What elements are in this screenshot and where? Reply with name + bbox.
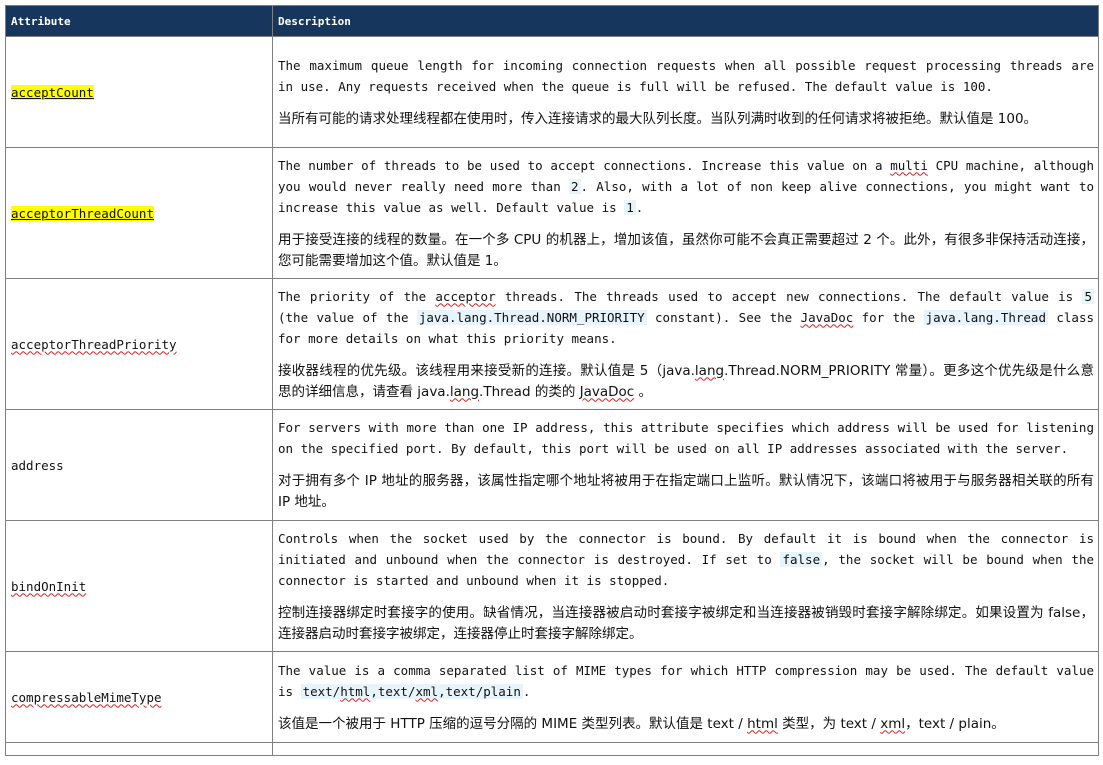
description-en: The priority of the acceptor threads. Th…	[278, 288, 1095, 346]
description-zh: 用于接受连接的线程的数量。在一个多 CPU 的机器上，增加该值，虽然你可能不会真…	[278, 231, 1094, 269]
attribute-cell: address	[5, 409, 273, 521]
attribute-name: acceptorThreadCount	[11, 205, 154, 221]
description-cell	[272, 742, 1099, 756]
table-row-partial	[5, 742, 1099, 756]
description-zh: 该值是一个被用于 HTTP 压缩的逗号分隔的 MIME 类型列表。默认值是 te…	[278, 715, 1005, 732]
description-zh: 对于拥有多个 IP 地址的服务器，该属性指定哪个地址将被用于在指定端口上监听。默…	[278, 473, 1094, 510]
description-zh: 当所有可能的请求处理线程都在使用时，传入连接请求的最大队列长度。当队列满时收到的…	[278, 110, 1038, 127]
table-header-row: Attribute Description	[5, 5, 1099, 37]
table-row: acceptCount The maximum queue length for…	[5, 36, 1099, 148]
description-zh: 控制连接器绑定时套接字的使用。缺省情况，当连接器被启动时套接字被绑定和当连接器被…	[278, 604, 1094, 642]
description-cell: The maximum queue length for incoming co…	[272, 36, 1099, 148]
attribute-cell: acceptorThreadCount	[5, 147, 273, 279]
description-cell: The number of threads to be used to acce…	[272, 147, 1099, 279]
attribute-cell	[5, 742, 273, 756]
attribute-cell: acceptorThreadPriority	[5, 278, 273, 410]
description-en: Controls when the socket used by the con…	[278, 530, 1094, 588]
attribute-cell: acceptCount	[5, 36, 273, 148]
column-header-attribute: Attribute	[5, 5, 273, 37]
table-row: address For servers with more than one I…	[5, 409, 1099, 521]
description-en: The value is a comma separated list of M…	[278, 662, 1094, 699]
description-en: The number of threads to be used to acce…	[278, 157, 1094, 215]
attribute-name: bindOnInit	[11, 578, 87, 594]
column-header-description: Description	[272, 5, 1099, 37]
table-row: bindOnInit Controls when the socket used…	[5, 520, 1099, 652]
attribute-cell: bindOnInit	[5, 520, 273, 652]
description-cell: The priority of the acceptor threads. Th…	[272, 278, 1099, 410]
attribute-name: acceptorThreadPriority	[11, 336, 177, 352]
description-zh: 接收器线程的优先级。该线程用来接受新的连接。默认值是 5（java.lang.T…	[278, 362, 1094, 400]
attribute-cell: compressableMimeType	[5, 651, 273, 743]
attribute-name: compressableMimeType	[11, 689, 162, 705]
attribute-name: acceptCount	[11, 84, 94, 100]
description-cell: The value is a comma separated list of M…	[272, 651, 1099, 743]
attribute-table: Attribute Description acceptCount The ma…	[5, 5, 1099, 756]
description-cell: For servers with more than one IP addres…	[272, 409, 1099, 521]
table-row: compressableMimeType The value is a comm…	[5, 651, 1099, 743]
description-en: For servers with more than one IP addres…	[278, 420, 1094, 456]
table-row: acceptorThreadPriority The priority of t…	[5, 278, 1099, 410]
attribute-name: address	[11, 457, 64, 473]
table-row: acceptorThreadCount The number of thread…	[5, 147, 1099, 279]
description-en: The maximum queue length for incoming co…	[278, 57, 1094, 94]
description-cell: Controls when the socket used by the con…	[272, 520, 1099, 652]
